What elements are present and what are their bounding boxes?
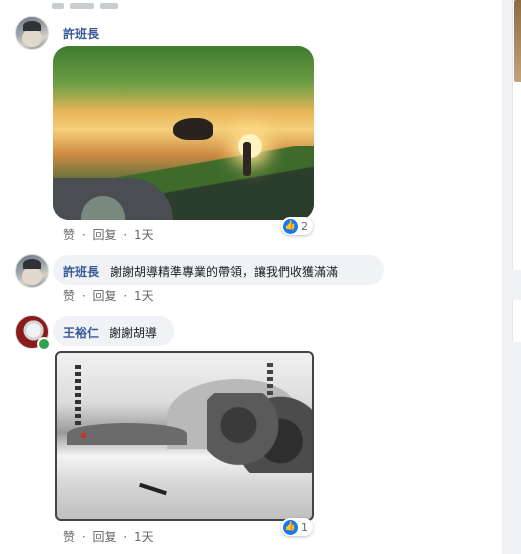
comment-actions: 赞 · 回复 · 1天 [63,226,154,243]
photo-farmer [243,142,251,176]
reaction-summary[interactable]: 👍 1 [281,518,313,536]
avatar[interactable] [15,16,49,50]
comment-text: 謝謝胡導精準專業的帶領，讓我們收獲滿滿 [110,265,339,279]
separator: · [81,289,86,303]
like-button[interactable]: 赞 [63,530,75,544]
photo-trees [207,393,312,473]
thumbs-up-icon: 👍 [283,218,298,234]
comment-actions: 赞 · 回复 · 1天 [63,287,154,304]
previous-comment-actions-cut [52,0,172,9]
comment-author[interactable]: 王裕仁 [63,324,99,341]
separator: · [81,228,86,242]
reaction-count: 2 [301,219,308,233]
photo-seal [81,433,86,438]
avatar[interactable] [15,254,49,288]
separator: · [123,228,128,242]
photo-boat [139,482,167,496]
comment-bubble: 王裕仁 謝謝胡導 [53,316,174,346]
right-sidebar-thumbnail[interactable] [514,0,521,82]
reply-button[interactable]: 回复 [93,289,117,303]
timestamp[interactable]: 1天 [134,289,154,303]
comment-author[interactable]: 許班長 [63,263,99,280]
like-button[interactable]: 赞 [63,228,75,242]
thumbs-up-icon: 👍 [283,519,298,535]
timestamp[interactable]: 1天 [134,530,154,544]
right-sidebar-card-2 [512,300,521,342]
photo-calligraphy [75,365,81,427]
reaction-count: 1 [301,520,308,534]
comment-photo-buffalo[interactable] [53,46,314,220]
separator: · [123,289,128,303]
comment-actions: 赞 · 回复 · 1天 [63,528,154,545]
photo-calligraphy [267,363,273,395]
timestamp[interactable]: 1天 [134,228,154,242]
online-status-dot [37,337,51,351]
reaction-summary[interactable]: 👍 2 [281,217,313,235]
comment-bubble: 許班長 謝謝胡導精準專業的帶領，讓我們收獲滿滿 [53,255,384,285]
photo-buffalo [173,118,213,140]
comment-photo-ink-landscape[interactable] [55,351,314,521]
separator: · [81,530,86,544]
reply-button[interactable]: 回复 [93,530,117,544]
like-button[interactable]: 赞 [63,289,75,303]
separator: · [123,530,128,544]
comment-text: 謝謝胡導 [109,326,158,340]
reply-button[interactable]: 回复 [93,228,117,242]
comment-author[interactable]: 許班長 [63,25,99,42]
